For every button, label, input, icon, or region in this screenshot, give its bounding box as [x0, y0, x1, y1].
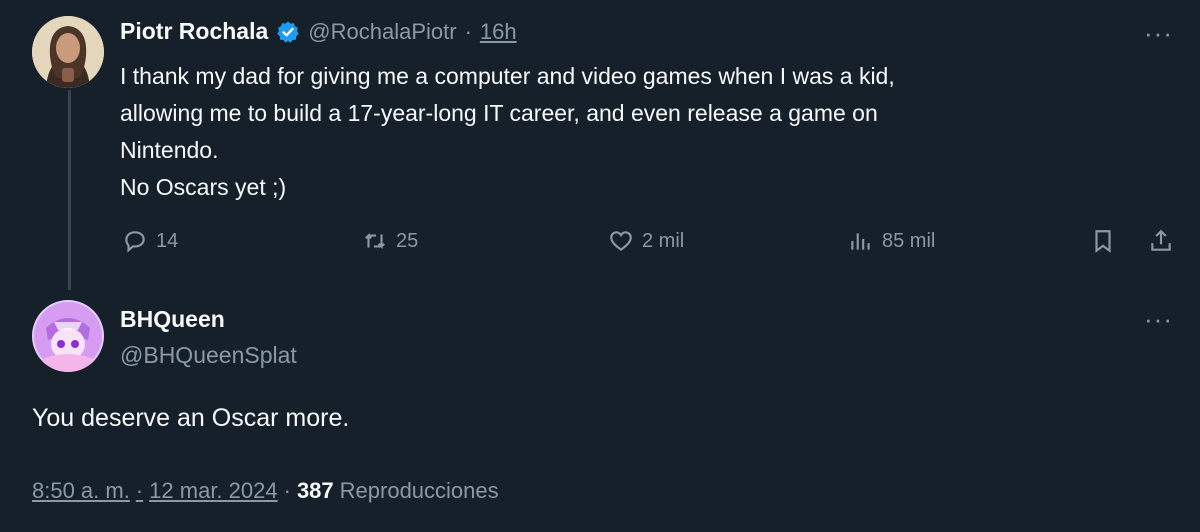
avatar[interactable]: [32, 16, 104, 88]
reply-time[interactable]: 8:50 a. m.: [32, 478, 130, 504]
author-name[interactable]: Piotr Rochala: [120, 18, 268, 45]
reply-views-label: Reproducciones: [339, 478, 499, 503]
like-button[interactable]: 2 mil: [608, 228, 684, 254]
retweet-button[interactable]: 25: [362, 228, 418, 254]
reply-text: You deserve an Oscar more.: [32, 404, 350, 432]
reply-icon: [125, 231, 145, 253]
retweet-count: 25: [396, 229, 419, 252]
reply-meta: 8:50 a. m. · 12 mar. 2024 · 387 Reproduc…: [32, 478, 499, 504]
reply-views-count: 387: [296, 478, 334, 503]
view-count: 85 mil: [882, 229, 936, 252]
separator: ·: [464, 18, 472, 44]
bookmark-icon: [1095, 230, 1111, 253]
share-icon: [1151, 229, 1171, 251]
reply-author-handle[interactable]: @BHQueenSplat: [120, 342, 297, 369]
reply-count: 14: [156, 229, 179, 252]
thread-line: [68, 90, 71, 290]
tweet-text: I thank my dad for giving me a computer …: [120, 63, 895, 200]
share-button[interactable]: [1148, 228, 1174, 254]
reply-avatar-image: [32, 300, 104, 372]
tweet-header: Piotr Rochala @RochalaPiotr · 16h: [120, 18, 517, 45]
reply-author-name[interactable]: BHQueen: [120, 306, 225, 333]
heart-icon: [610, 231, 632, 252]
retweet-icon: [365, 232, 385, 250]
reply-button[interactable]: 14: [122, 228, 178, 254]
tweet-time[interactable]: 16h: [480, 19, 517, 45]
author-handle[interactable]: @RochalaPiotr: [308, 19, 456, 45]
more-options-button[interactable]: ···: [1144, 18, 1173, 49]
reply-more-options-button[interactable]: ···: [1144, 304, 1173, 335]
reply-date-separator[interactable]: ·: [136, 478, 143, 504]
like-count: 2 mil: [642, 229, 685, 252]
analytics-icon: [851, 233, 870, 250]
views-button[interactable]: 85 mil: [848, 228, 935, 254]
reply-avatar[interactable]: [32, 300, 104, 372]
avatar-image: [32, 16, 104, 88]
meta-separator: ·: [283, 478, 291, 503]
verified-badge-icon: [276, 20, 300, 44]
bookmark-button[interactable]: [1090, 228, 1116, 254]
reply-date[interactable]: 12 mar. 2024: [149, 478, 277, 504]
